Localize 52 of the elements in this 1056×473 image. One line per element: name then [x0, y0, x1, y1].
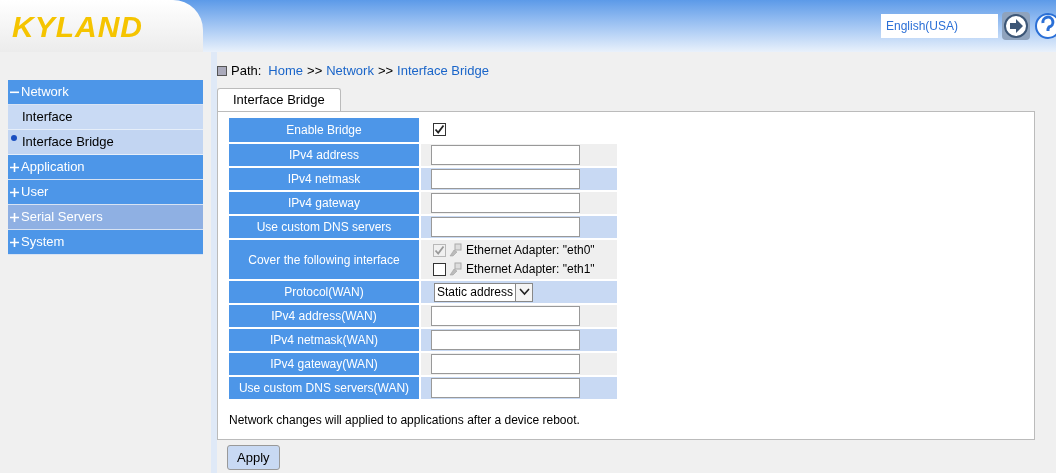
note-text: Network changes will applied to applications after a device reboot. — [229, 412, 581, 429]
adapter-label: Ethernet Adapter: "eth1" — [466, 261, 595, 278]
text-field[interactable] — [431, 330, 580, 350]
text-field[interactable] — [431, 217, 580, 237]
sidebar-group[interactable]: Network — [8, 80, 203, 105]
path-separator: >> — [377, 62, 394, 81]
caret-icon — [515, 283, 533, 301]
field-label: IPv4 address(WAN) — [229, 305, 419, 327]
adapter-label: Ethernet Adapter: "eth0" — [466, 242, 595, 259]
sidebar-group[interactable]: Application — [8, 155, 203, 180]
sidebar-item[interactable]: Interface — [8, 105, 203, 130]
field-label: IPv4 netmask(WAN) — [229, 329, 419, 351]
sidebar-group[interactable]: User — [8, 180, 203, 205]
logo: KYLAND — [12, 8, 143, 45]
text-field[interactable] — [431, 169, 580, 189]
field-label: Use custom DNS servers(WAN) — [229, 377, 419, 399]
breadcrumb-link[interactable]: Network — [326, 61, 374, 81]
protocol-select[interactable]: Static address — [434, 282, 534, 302]
bullet-icon — [11, 135, 17, 141]
checkbox[interactable] — [433, 123, 446, 136]
plus-icon — [10, 162, 19, 172]
field-label: Protocol(WAN) — [229, 281, 419, 303]
path-separator: >> — [307, 62, 323, 81]
field-label: Use custom DNS servers — [229, 216, 419, 238]
field-label: IPv4 gateway — [229, 192, 419, 214]
apply-button[interactable]: Apply — [227, 445, 280, 470]
field-label: IPv4 gateway(WAN) — [229, 353, 419, 375]
text-field[interactable] — [431, 306, 580, 326]
text-field[interactable] — [431, 354, 580, 374]
plus-icon — [10, 212, 19, 222]
field-label: Cover the following interface — [229, 240, 419, 279]
field-label: IPv4 address — [229, 144, 419, 166]
plus-icon — [10, 237, 19, 247]
help-icon[interactable] — [1034, 12, 1056, 40]
checkbox[interactable] — [433, 262, 446, 276]
tab[interactable]: Interface Bridge — [217, 88, 341, 112]
text-field[interactable] — [431, 378, 580, 398]
adapter-icon — [448, 243, 462, 257]
field-label: Enable Bridge — [229, 118, 419, 142]
logout-icon[interactable] — [1002, 12, 1030, 40]
sidebar-item[interactable]: Interface Bridge — [8, 130, 203, 155]
field-label: IPv4 netmask — [229, 168, 419, 190]
path-icon — [217, 66, 227, 76]
text-field[interactable] — [431, 145, 580, 165]
text-field[interactable] — [431, 193, 580, 213]
sidebar-group[interactable]: System — [8, 230, 203, 255]
breadcrumb-link[interactable]: Home — [268, 61, 304, 81]
path-label: Path: — [231, 62, 262, 81]
plus-icon — [10, 187, 19, 197]
language-select[interactable]: English(USA) — [881, 14, 998, 38]
adapter-icon — [448, 262, 462, 276]
breadcrumb-link[interactable]: Interface Bridge — [397, 61, 489, 81]
